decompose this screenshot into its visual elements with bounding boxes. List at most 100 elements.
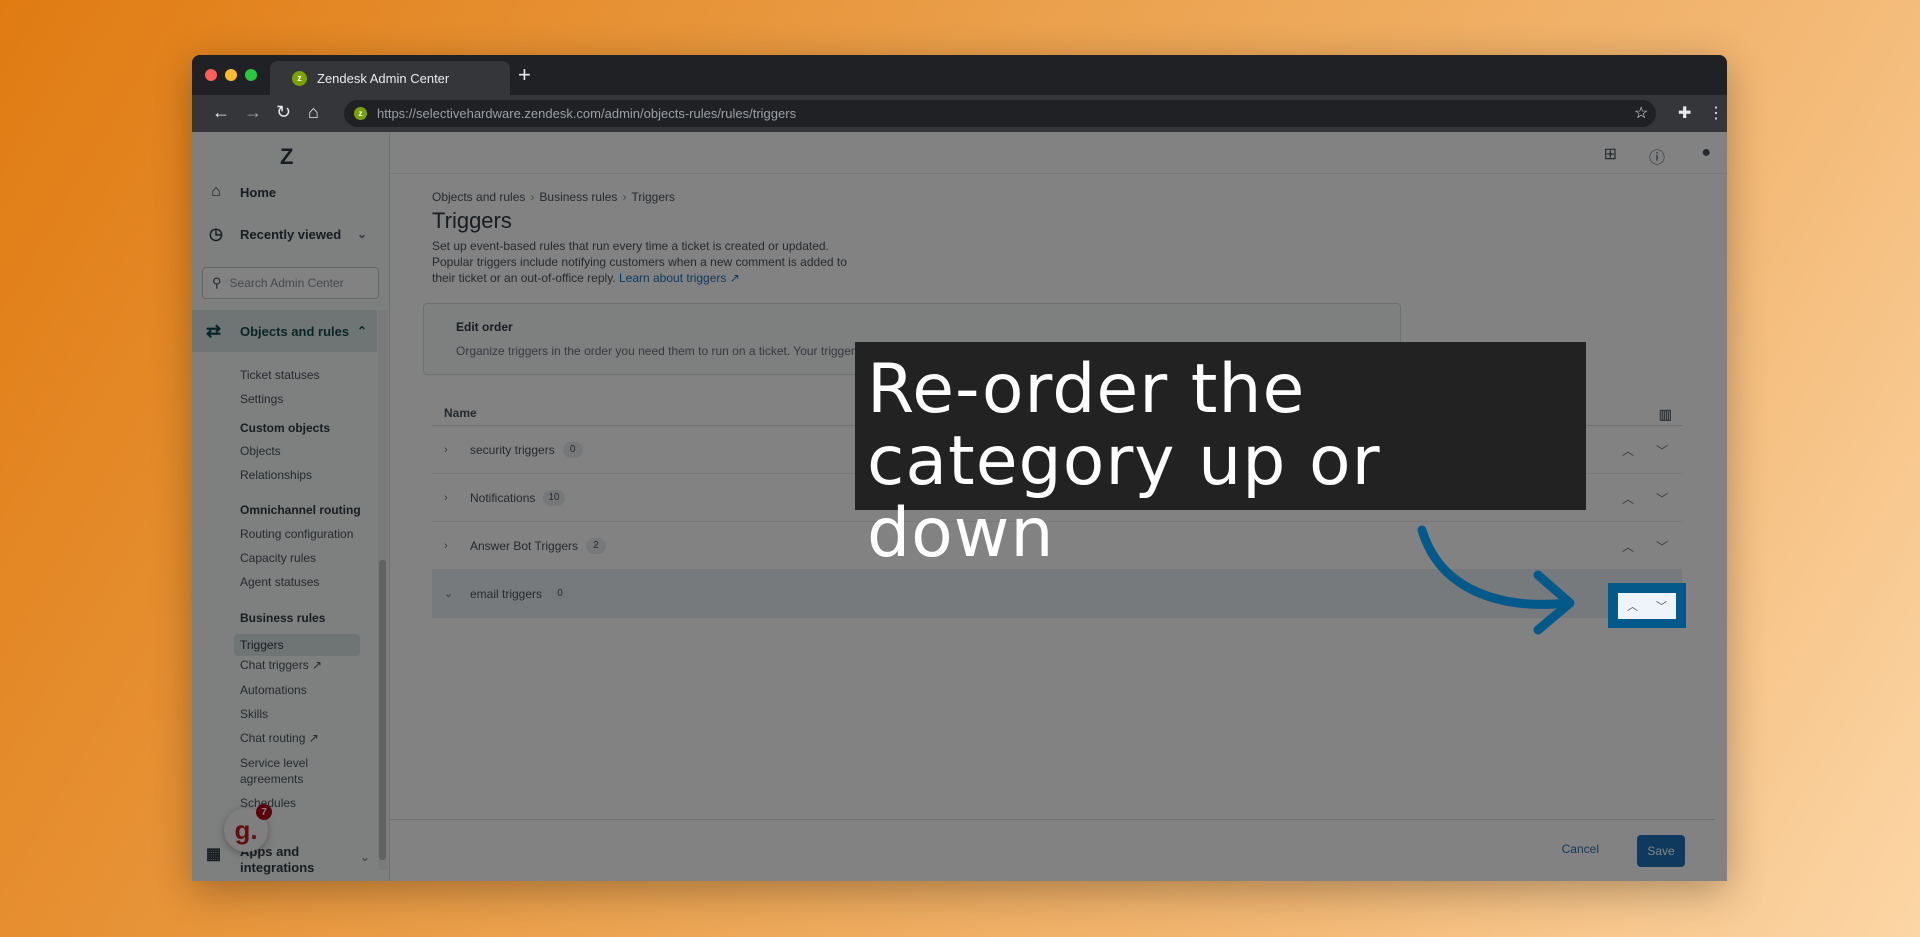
sidebar-subitem[interactable]: Ticket statuses — [240, 368, 320, 382]
sidebar-item-label: Home — [240, 184, 277, 200]
sidebar-subitem[interactable]: Automations — [240, 683, 307, 697]
breadcrumb-separator: › — [530, 190, 535, 204]
clock-icon: ◷ — [209, 226, 223, 243]
notification-count-badge: 7 — [256, 804, 272, 820]
trigger-count-badge: 0 — [562, 441, 583, 458]
sidebar-subitem[interactable]: Settings — [240, 392, 283, 406]
move-down-icon[interactable]: ﹀ — [1656, 490, 1668, 507]
breadcrumb: Objects and rules › Business rules › Trigger… — [432, 190, 675, 204]
move-up-icon[interactable]: ︿ — [1622, 538, 1634, 555]
chevron-right-icon[interactable]: › — [432, 444, 470, 456]
move-down-icon[interactable]: ﹀ — [1656, 598, 1667, 614]
category-name: Notifications — [470, 490, 536, 505]
back-icon[interactable]: ← — [212, 102, 230, 123]
url-field[interactable]: z https://selectivehardware.zendesk.com/… — [344, 100, 1656, 127]
site-icon: z — [354, 107, 367, 120]
reorder-controls: ︿ ﹀ — [1622, 538, 1668, 555]
sidebar-item-label: Objects and rules — [240, 323, 350, 339]
bookmark-star-icon[interactable]: ☆ — [1634, 103, 1648, 123]
sidebar-item-label: Recently viewed — [240, 226, 342, 242]
browser-menu-icon[interactable]: ⋮ — [1708, 103, 1724, 123]
sidebar-subitem[interactable]: Agent statuses — [240, 575, 319, 589]
category-name: security triggers — [470, 442, 555, 457]
chevron-down-icon: ⌄ — [356, 227, 367, 241]
objects-rules-icon: ⇄ — [206, 320, 222, 341]
sidebar-subitem[interactable]: Triggers — [234, 634, 360, 656]
chevron-right-icon[interactable]: › — [432, 492, 470, 504]
breadcrumb-separator: › — [622, 190, 627, 204]
cancel-button[interactable]: Cancel — [1562, 842, 1599, 856]
breadcrumb-objects-and-rules[interactable]: Objects and rules — [432, 190, 525, 204]
trigger-count-badge: 0 — [550, 585, 571, 602]
sidebar-subitem[interactable]: Service level agreements — [240, 755, 320, 787]
chevron-right-icon[interactable]: › — [432, 540, 470, 552]
products-grid-icon[interactable]: ⊞ — [1604, 144, 1617, 164]
move-up-icon[interactable]: ︿ — [1627, 598, 1638, 614]
sidebar-item-recently-viewed[interactable]: ◷ Recently viewed ⌄ — [192, 214, 377, 254]
learn-about-triggers-link[interactable]: Learn about triggers ↗ — [619, 271, 740, 285]
sidebar-subitem[interactable]: Skills — [240, 707, 268, 721]
sidebar: Z ⌂ Home ◷ Recently viewed ⌄ ⚲ Search Ad… — [192, 132, 390, 881]
zendesk-favicon-icon: z — [292, 70, 307, 86]
category-name: email triggers — [470, 586, 543, 601]
url-text: https://selectivehardware.zendesk.com/ad… — [377, 106, 797, 121]
search-icon: ⚲ — [212, 275, 222, 290]
maximize-window-button[interactable] — [245, 69, 257, 81]
reorder-controls: ︿ ﹀ — [1618, 593, 1676, 619]
highlighted-reorder-buttons: ︿ ﹀ — [1608, 583, 1686, 628]
move-up-icon[interactable]: ︿ — [1622, 442, 1634, 459]
sidebar-subitem[interactable]: Routing configuration — [240, 527, 353, 541]
move-up-icon[interactable]: ︿ — [1622, 490, 1634, 507]
home-icon: ⌂ — [211, 183, 221, 200]
trigger-count-badge: 2 — [586, 537, 607, 554]
window-controls — [205, 69, 257, 81]
column-name: Name — [444, 406, 477, 420]
address-bar: ← → ↻ ⌂ z https://selectivehardware.zend… — [192, 95, 1727, 132]
save-button[interactable]: Save — [1637, 835, 1685, 867]
breadcrumb-business-rules[interactable]: Business rules — [539, 190, 617, 204]
tutorial-callout: Re-order the category up or down — [855, 342, 1586, 570]
home-icon[interactable]: ⌂ — [308, 102, 319, 123]
move-down-icon[interactable]: ﹀ — [1656, 538, 1668, 555]
sidebar-item-home[interactable]: ⌂ Home — [192, 172, 377, 212]
move-down-icon[interactable]: ﹀ — [1656, 442, 1668, 459]
sidebar-subitem[interactable]: Capacity rules — [240, 551, 316, 565]
chevron-down-icon: ⌄ — [360, 850, 371, 864]
top-bar: ⊞ ⓘ ● — [390, 132, 1727, 174]
sidebar-item-objects-and-rules[interactable]: ⇄ Objects and rules ⌃ — [192, 310, 377, 352]
sidebar-item-apps-integrations[interactable]: ▦ Apps and integrations ⌄ — [206, 844, 370, 876]
sidebar-subitem[interactable]: Objects — [240, 444, 281, 458]
sidebar-section-heading: Business rules — [240, 611, 326, 625]
scrollbar-thumb[interactable] — [379, 560, 386, 860]
grammarly-widget[interactable]: g. 7 — [224, 804, 272, 852]
reorder-controls: ︿ ﹀ — [1622, 490, 1668, 507]
page-title: Triggers — [432, 208, 512, 233]
forward-icon[interactable]: → — [244, 102, 262, 123]
user-avatar-icon[interactable]: ● — [1701, 144, 1711, 162]
reorder-controls: ︿ ﹀ — [1622, 442, 1668, 459]
sidebar-section-heading: Omnichannel routing — [240, 503, 361, 517]
sidebar-subitem[interactable]: Chat triggers ↗ — [240, 658, 322, 672]
browser-tab[interactable]: z Zendesk Admin Center — [270, 61, 510, 95]
sidebar-scrollbar[interactable] — [378, 310, 387, 870]
sidebar-subitem[interactable]: Relationships — [240, 468, 312, 482]
footer-bar: Cancel Save — [390, 819, 1715, 881]
sidebar-subitem[interactable]: Chat routing ↗ — [240, 731, 319, 745]
minimize-window-button[interactable] — [225, 69, 237, 81]
search-placeholder: Search Admin Center — [229, 276, 344, 290]
new-tab-button[interactable]: + — [518, 62, 531, 88]
apps-grid-icon: ▦ — [206, 846, 222, 863]
widget-logo: g. — [234, 814, 258, 845]
trigger-count-badge: 10 — [543, 489, 565, 506]
page-description: Set up event-based rules that run every … — [432, 238, 872, 286]
reload-icon[interactable]: ↻ — [276, 102, 291, 123]
callout-line-1: Re-order the — [867, 350, 1306, 429]
zendesk-logo[interactable]: Z — [280, 144, 293, 170]
close-window-button[interactable] — [205, 69, 217, 81]
columns-icon[interactable]: ▥ — [1659, 406, 1672, 423]
chevron-down-icon[interactable]: ⌄ — [432, 587, 470, 600]
search-input[interactable]: ⚲ Search Admin Center — [202, 267, 379, 299]
help-icon[interactable]: ⓘ — [1649, 144, 1665, 168]
extensions-icon[interactable]: ✚ — [1678, 103, 1691, 123]
breadcrumb-triggers: Triggers — [631, 190, 676, 204]
